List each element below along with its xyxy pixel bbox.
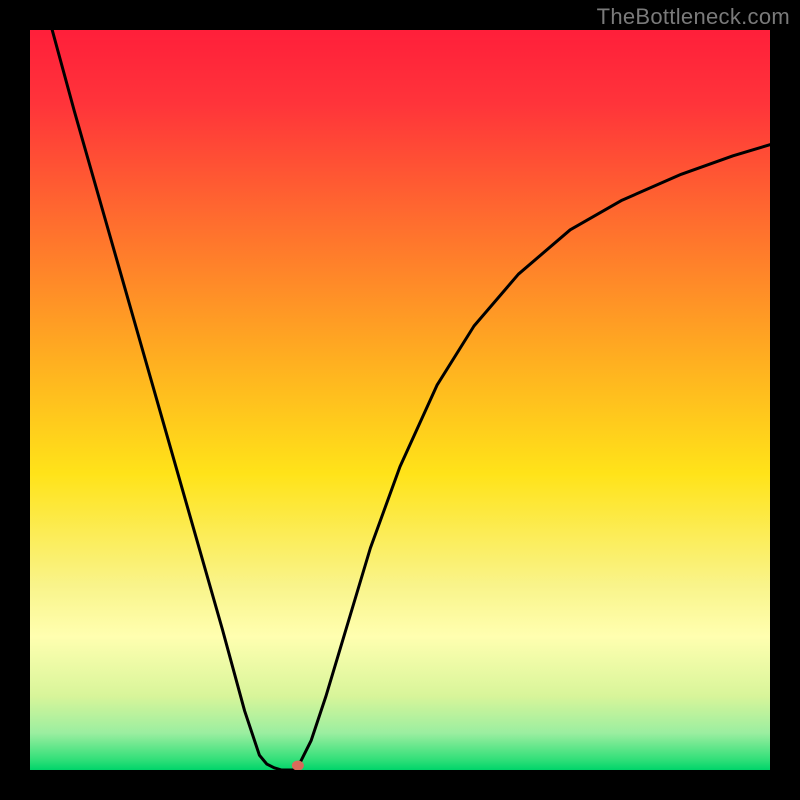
gradient-background [30,30,770,770]
chart-svg [30,30,770,770]
watermark-text: TheBottleneck.com [597,4,790,30]
chart-frame: TheBottleneck.com [0,0,800,800]
plot-area [30,30,770,770]
